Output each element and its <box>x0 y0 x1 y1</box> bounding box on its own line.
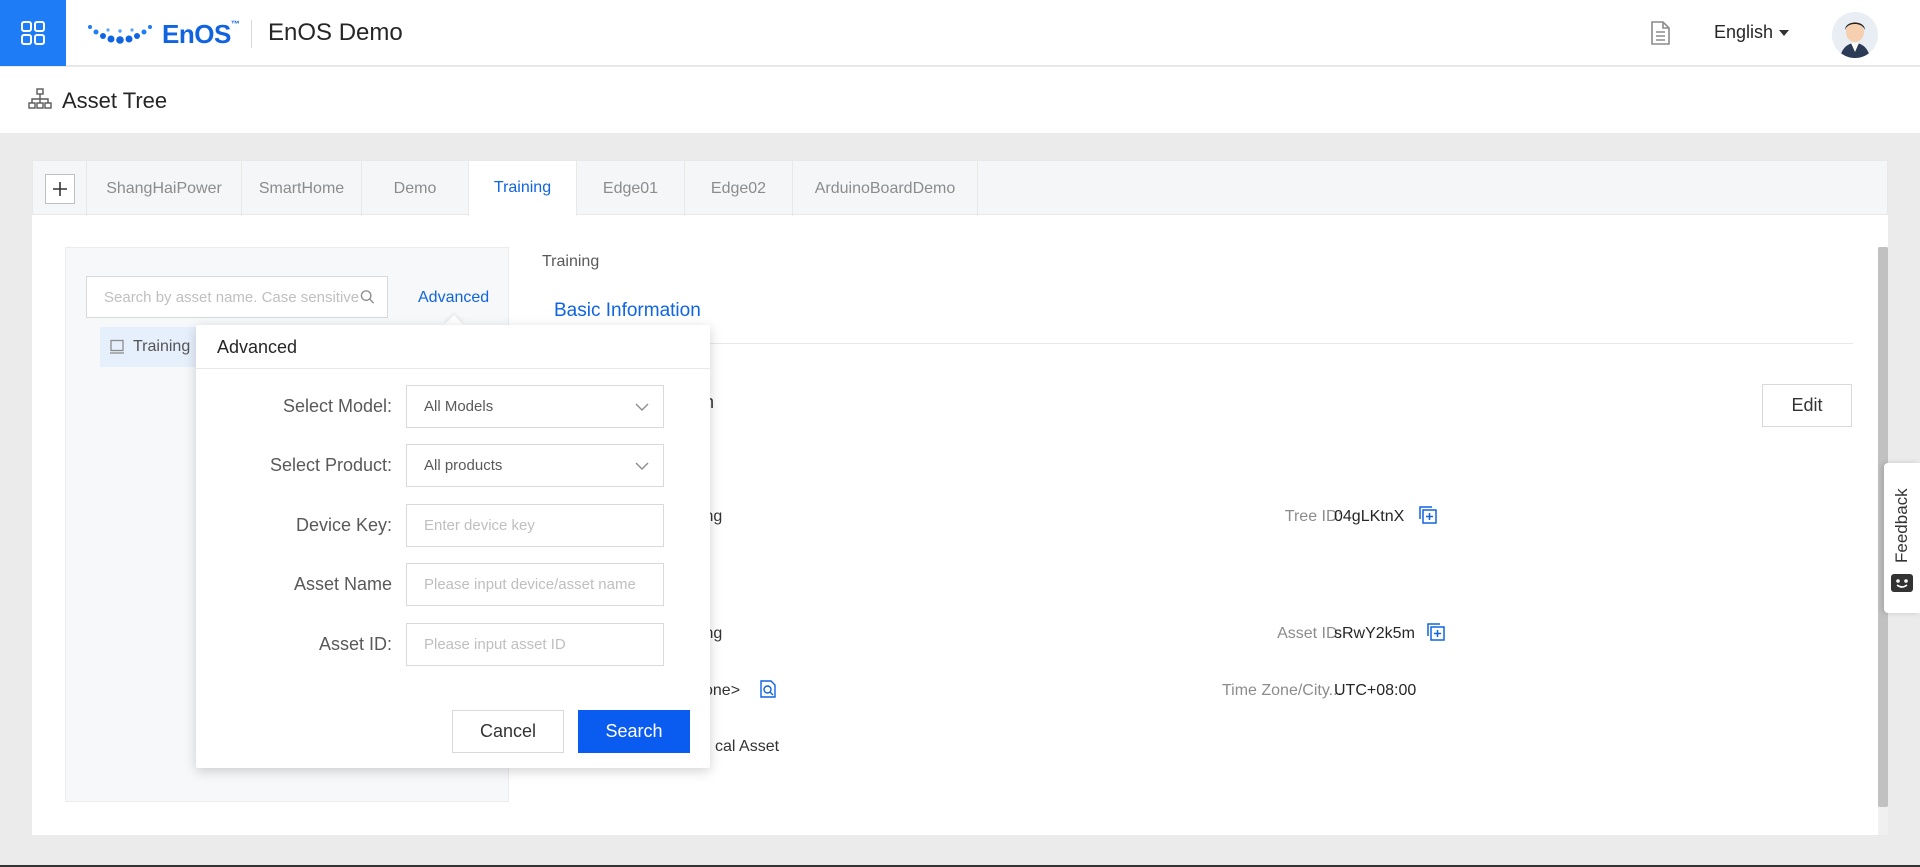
asset-name-input[interactable] <box>424 576 649 593</box>
feedback-tab[interactable]: Feedback <box>1884 463 1920 613</box>
topbar-divider <box>251 20 252 48</box>
tree-id-value: 04gLKtnX <box>1334 508 1405 525</box>
select-model-value: All Models <box>424 398 494 415</box>
asset-id-label: Asset ID: <box>1277 625 1342 642</box>
popover-title: Advanced <box>217 337 298 357</box>
app-title: EnOS Demo <box>268 19 403 46</box>
edit-button[interactable]: Edit <box>1762 384 1852 427</box>
add-tree-button[interactable] <box>44 173 75 204</box>
logo-text: EnOS™ <box>162 18 240 49</box>
tree-tabs: ShangHaiPower SmartHome Demo Training Ed… <box>32 160 1888 216</box>
popover-divider <box>196 368 710 369</box>
chevron-down-icon <box>635 462 649 470</box>
tab-edge02[interactable]: Edge02 <box>685 161 793 216</box>
top-bar: EnOS™ EnOS Demo English <box>0 0 1920 66</box>
page-header: Asset Tree <box>0 67 1920 133</box>
tab-basic-information[interactable]: Basic Information <box>554 300 701 322</box>
breadcrumb: Training <box>542 253 600 270</box>
select-product-dropdown[interactable]: All products <box>406 444 664 487</box>
grid-icon <box>21 21 45 45</box>
select-model-label: Select Model: <box>282 396 392 416</box>
tab-demo[interactable]: Demo <box>362 161 469 216</box>
asset-search-input[interactable] <box>104 288 360 306</box>
asset-id-field <box>406 623 664 666</box>
page-title: Asset Tree <box>62 88 168 113</box>
tab-training[interactable]: Training <box>469 161 577 216</box>
advanced-search-link[interactable]: Advanced <box>418 289 489 307</box>
plus-icon <box>52 181 67 196</box>
copy-tree-id-icon[interactable] <box>1418 505 1438 525</box>
tree-id-label: Tree ID: <box>1284 508 1342 525</box>
add-tree-tab <box>33 161 87 216</box>
tab-edge01[interactable]: Edge01 <box>577 161 685 216</box>
asset-name-field <box>406 563 664 606</box>
asset-id-field-label: Asset ID: <box>318 634 392 654</box>
timezone-value: UTC+08:00 <box>1334 682 1417 699</box>
feedback-label: Feedback <box>1892 488 1911 564</box>
asset-tree-icon <box>28 88 52 109</box>
search-button[interactable]: Search <box>578 710 690 753</box>
locate-search-icon[interactable] <box>758 679 778 699</box>
asset-id-value: sRwY2k5m <box>1334 625 1415 642</box>
copy-asset-id-icon[interactable] <box>1426 622 1446 642</box>
language-selector[interactable]: English <box>1714 22 1790 43</box>
section-divider <box>544 343 1853 344</box>
tab-arduinoboarddemo[interactable]: ArduinoBoardDemo <box>793 161 978 216</box>
tab-shanghaipower[interactable]: ShangHaiPower <box>87 161 242 216</box>
device-key-input[interactable] <box>424 517 649 534</box>
avatar[interactable] <box>1832 12 1878 58</box>
enos-logo[interactable]: EnOS™ <box>86 18 240 49</box>
document-icon[interactable] <box>1648 20 1672 51</box>
logo-dots-icon <box>88 25 152 44</box>
cancel-button[interactable]: Cancel <box>452 710 564 753</box>
asset-name-label: Asset Name <box>293 574 392 594</box>
language-label: English <box>1714 22 1774 42</box>
asset-id-input[interactable] <box>424 636 649 653</box>
select-product-label: Select Product: <box>269 455 392 475</box>
tree-node-label: Training <box>133 338 191 355</box>
timezone-label: Time Zone/City... <box>1221 682 1342 699</box>
advanced-search-popover: Advanced Select Model: All Models Select… <box>196 325 710 768</box>
select-product-value: All products <box>424 457 503 474</box>
device-key-field <box>406 504 664 547</box>
asset-type-value: cal Asset <box>715 738 780 755</box>
asset-node-icon <box>110 339 124 354</box>
select-model-dropdown[interactable]: All Models <box>406 385 664 428</box>
caret-down-icon <box>1779 29 1790 36</box>
tab-smarthome[interactable]: SmartHome <box>242 161 362 216</box>
feedback-face-icon <box>1891 574 1913 592</box>
app-launcher-button[interactable] <box>0 0 66 66</box>
asset-search-box <box>86 276 388 318</box>
search-icon[interactable] <box>360 289 375 305</box>
device-key-label: Device Key: <box>295 515 392 535</box>
chevron-down-icon <box>635 403 649 411</box>
